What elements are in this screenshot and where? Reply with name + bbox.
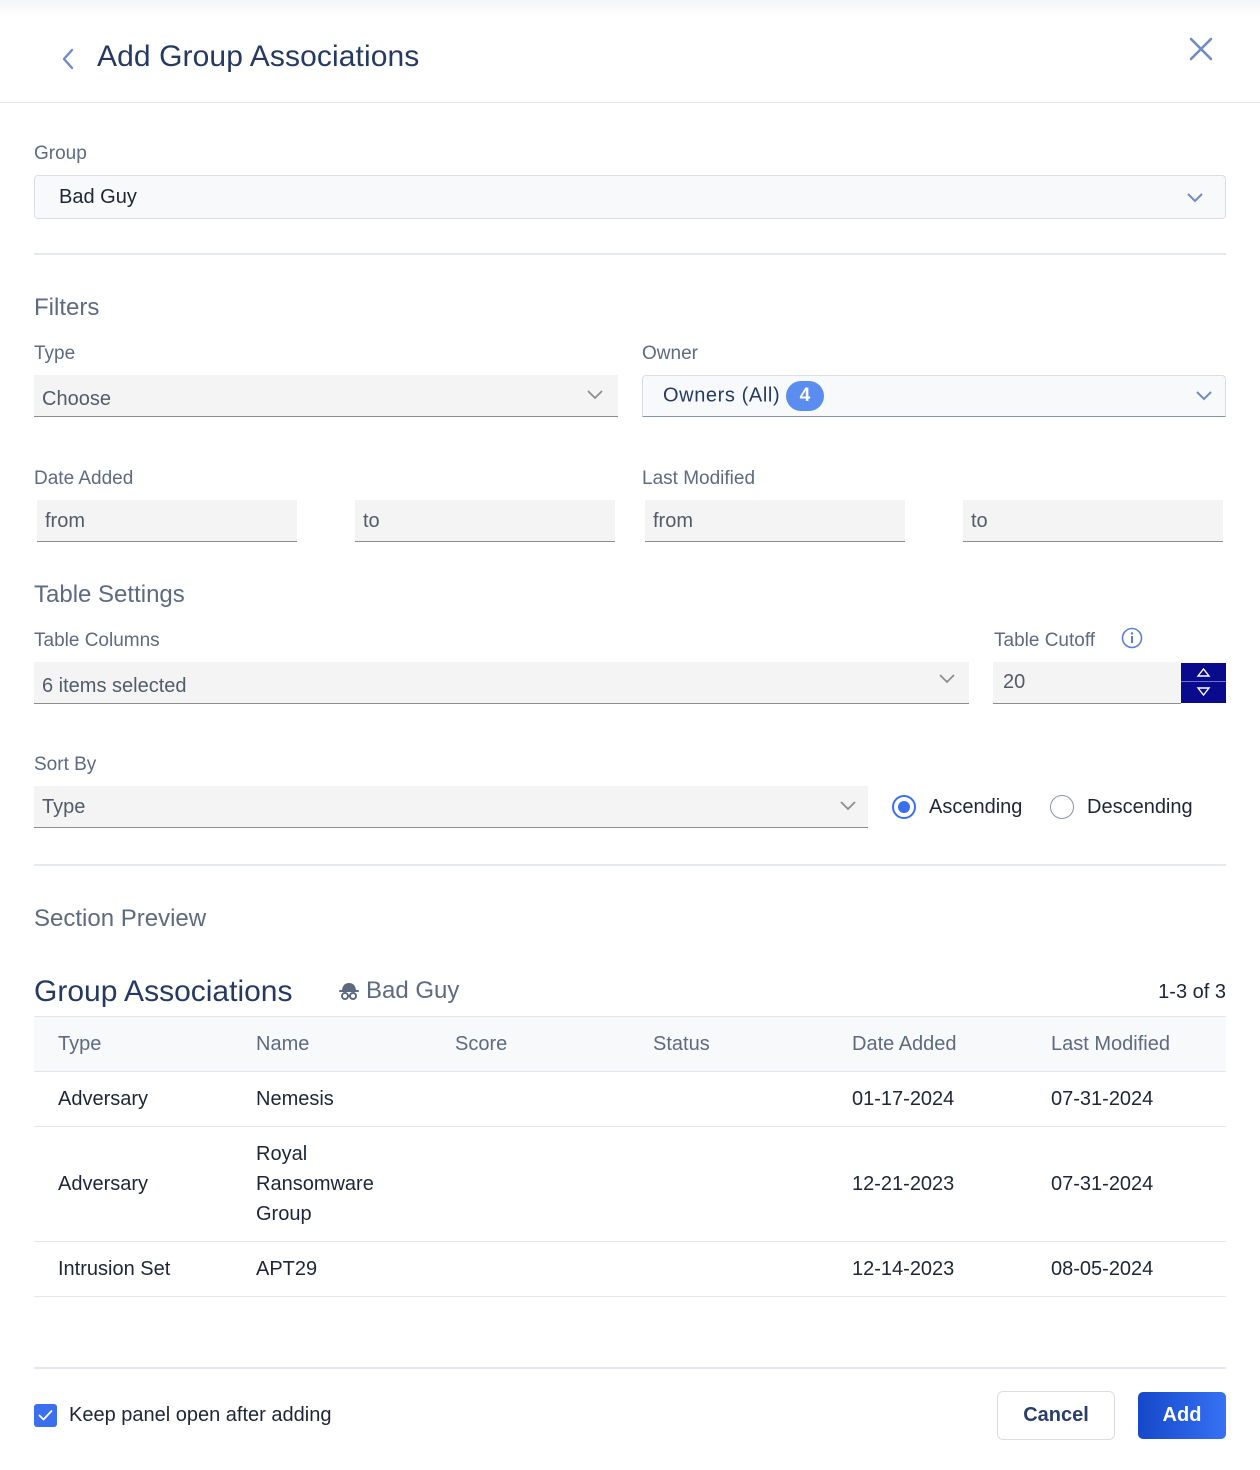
- table-row: Intrusion Set APT29 12-14-2023 08-05-202…: [34, 1242, 1226, 1297]
- column-header-score: Score: [455, 1032, 508, 1055]
- decrement-button[interactable]: [1181, 683, 1226, 702]
- type-label: Type: [34, 343, 76, 364]
- column-header-type: Type: [58, 1032, 102, 1055]
- column-header-name: Name: [256, 1032, 310, 1055]
- preview-table-title: Group Associations: [34, 975, 293, 1008]
- table-header-row: Type Name Score Status Date Added Last M…: [34, 1017, 1226, 1072]
- page-title: Add Group Associations: [97, 40, 420, 73]
- type-select-value: Choose: [42, 388, 111, 410]
- table-columns-label: Table Columns: [34, 630, 160, 651]
- column-header-date-added: Date Added: [852, 1032, 957, 1055]
- date-added-to-input[interactable]: to: [355, 500, 615, 542]
- cancel-button[interactable]: Cancel: [997, 1391, 1115, 1440]
- owner-value-text: Owners (All): [663, 384, 781, 407]
- section-preview-title: Section Preview: [34, 905, 207, 932]
- spy-icon: [339, 983, 359, 1000]
- close-icon: [1189, 37, 1213, 61]
- sort-by-label: Sort By: [34, 754, 97, 775]
- table-row: Adversary Nemesis 01-17-2024 07-31-2024: [34, 1072, 1226, 1127]
- preview-group-tag: Bad Guy: [338, 977, 459, 1005]
- ascending-radio[interactable]: [892, 795, 916, 819]
- table-columns-select[interactable]: 6 items selected: [34, 662, 969, 704]
- divider: [34, 864, 1226, 866]
- descending-radio[interactable]: [1050, 795, 1074, 819]
- date-added-label: Date Added: [34, 468, 134, 489]
- owner-select-value: Owners (All) 4: [663, 381, 825, 411]
- group-select-value: Bad Guy: [59, 186, 137, 208]
- pagination-count: 1-3 of 3: [1158, 981, 1226, 1003]
- triangle-down-icon: [1196, 687, 1211, 697]
- keep-open-label[interactable]: Keep panel open after adding: [69, 1404, 331, 1427]
- cell-type: Adversary: [58, 1173, 149, 1195]
- preview-table: Type Name Score Status Date Added Last M…: [34, 1016, 1226, 1297]
- table-cutoff-stepper: [1181, 663, 1226, 703]
- table-columns-value: 6 items selected: [42, 675, 187, 697]
- sort-by-select[interactable]: Type: [34, 786, 868, 828]
- table-cutoff-label: Table Cutoff: [994, 630, 1096, 651]
- chevron-down-icon: [1196, 391, 1212, 401]
- footer-divider: [34, 1367, 1226, 1369]
- cell-date-added: 01-17-2024: [852, 1088, 955, 1110]
- divider: [34, 253, 1226, 255]
- checkmark-icon: [38, 1410, 53, 1421]
- filters-title: Filters: [34, 294, 100, 321]
- owner-count-badge: 4: [786, 381, 825, 411]
- group-label: Group: [34, 143, 87, 164]
- keep-open-checkbox[interactable]: [34, 1404, 57, 1427]
- add-button[interactable]: Add: [1138, 1392, 1226, 1439]
- back-button[interactable]: [56, 44, 80, 74]
- cell-last-modified: 08-05-2024: [1051, 1258, 1154, 1280]
- last-modified-to-input[interactable]: to: [963, 500, 1223, 542]
- descending-label[interactable]: Descending: [1087, 796, 1193, 819]
- cell-date-added: 12-14-2023: [852, 1258, 955, 1280]
- chevron-left-icon: [62, 48, 74, 70]
- cell-last-modified: 07-31-2024: [1051, 1173, 1154, 1195]
- column-header-status: Status: [653, 1032, 710, 1055]
- preview-group-name: Bad Guy: [366, 977, 460, 1004]
- date-added-to-placeholder: to: [363, 510, 380, 532]
- last-modified-to-placeholder: to: [971, 510, 988, 532]
- cell-type: Adversary: [58, 1088, 149, 1110]
- owner-select[interactable]: Owners (All) 4: [642, 375, 1226, 417]
- date-added-from-input[interactable]: from: [37, 500, 297, 542]
- panel-header: Add Group Associations: [0, 0, 1260, 103]
- sort-by-value: Type: [42, 796, 86, 818]
- chevron-down-icon: [840, 801, 856, 811]
- chevron-down-icon: [939, 674, 955, 684]
- table-cutoff-input[interactable]: 20: [993, 662, 1181, 704]
- cell-date-added: 12-21-2023: [852, 1173, 955, 1195]
- owner-label: Owner: [642, 343, 698, 364]
- chevron-down-icon: [587, 390, 603, 400]
- type-select[interactable]: Choose: [34, 375, 618, 417]
- table-cutoff-value: 20: [1003, 671, 1026, 693]
- table-row: Adversary Royal Ransomware Group 12-21-2…: [34, 1127, 1226, 1242]
- group-select[interactable]: Bad Guy: [34, 175, 1226, 219]
- ascending-label[interactable]: Ascending: [929, 796, 1022, 819]
- last-modified-label: Last Modified: [642, 468, 756, 489]
- date-added-from-placeholder: from: [45, 510, 85, 532]
- increment-button[interactable]: [1181, 663, 1226, 682]
- cell-type: Intrusion Set: [58, 1258, 171, 1280]
- triangle-up-icon: [1196, 667, 1211, 677]
- column-header-last-modified: Last Modified: [1051, 1032, 1170, 1055]
- cell-name: Royal Ransomware Group: [256, 1143, 374, 1225]
- cell-last-modified: 07-31-2024: [1051, 1088, 1154, 1110]
- chevron-down-icon: [1187, 193, 1203, 203]
- cell-name: APT29: [256, 1258, 318, 1280]
- last-modified-from-input[interactable]: from: [645, 500, 905, 542]
- close-button[interactable]: [1186, 34, 1216, 64]
- last-modified-from-placeholder: from: [653, 510, 693, 532]
- table-settings-title: Table Settings: [34, 581, 185, 608]
- cell-name: Nemesis: [256, 1088, 334, 1110]
- info-icon[interactable]: [1121, 627, 1143, 649]
